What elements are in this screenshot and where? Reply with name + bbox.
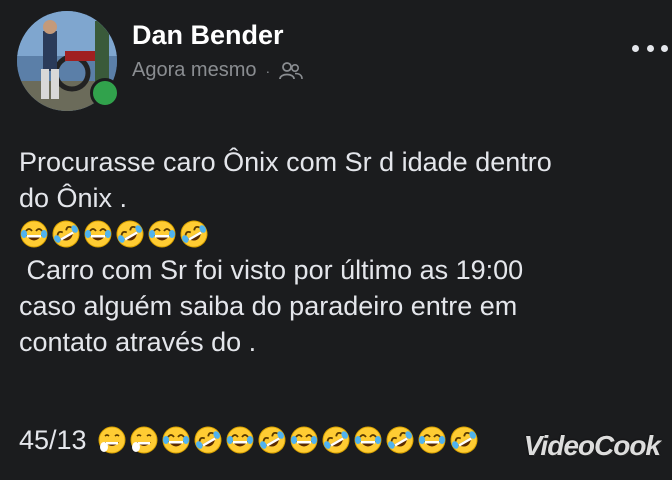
rofl-emoji-icon [385, 425, 415, 455]
joy-emoji-icon [19, 219, 49, 249]
rofl-emoji-icon [115, 219, 145, 249]
avatar-container[interactable] [17, 11, 120, 111]
rofl-emoji-icon [51, 219, 81, 249]
watermark-logo: VideoCook [523, 430, 661, 461]
body-line: contato através do . [19, 327, 257, 357]
cold-sweat-emoji-icon [97, 425, 127, 455]
friends-icon[interactable] [279, 61, 303, 81]
joy-emoji-icon [353, 425, 383, 455]
author-name[interactable]: Dan Bender [132, 20, 284, 51]
body-line: Procurasse caro Ônix com Sr d idade dent… [19, 147, 552, 177]
post-body: Procurasse caro Ônix com Sr d idade dent… [19, 144, 659, 360]
rofl-emoji-icon [193, 425, 223, 455]
post-footer-line: 45/13 [19, 420, 481, 460]
post-code: 45/13 [19, 424, 87, 455]
joy-emoji-icon [289, 425, 319, 455]
meta-separator: · [265, 62, 271, 79]
emoji-row [19, 216, 659, 252]
rofl-emoji-icon [179, 219, 209, 249]
body-line: caso alguém saiba do paradeiro entre em [19, 291, 518, 321]
joy-emoji-icon [225, 425, 255, 455]
joy-emoji-icon [417, 425, 447, 455]
joy-emoji-icon [161, 425, 191, 455]
online-status-indicator [90, 78, 120, 108]
joy-emoji-icon [83, 219, 113, 249]
post-meta: Agora mesmo · [132, 59, 303, 82]
more-options-icon[interactable] [632, 38, 668, 58]
rofl-emoji-icon [449, 425, 479, 455]
emoji-row [97, 425, 481, 455]
post-card: Dan Bender Agora mesmo · Procurasse caro… [0, 0, 672, 480]
cold-sweat-emoji-icon [129, 425, 159, 455]
rofl-emoji-icon [321, 425, 351, 455]
post-timestamp[interactable]: Agora mesmo [132, 59, 257, 82]
body-line: Carro com Sr foi visto por último as 19:… [19, 255, 524, 285]
joy-emoji-icon [147, 219, 177, 249]
body-line: do Ônix . [19, 183, 128, 213]
rofl-emoji-icon [257, 425, 287, 455]
